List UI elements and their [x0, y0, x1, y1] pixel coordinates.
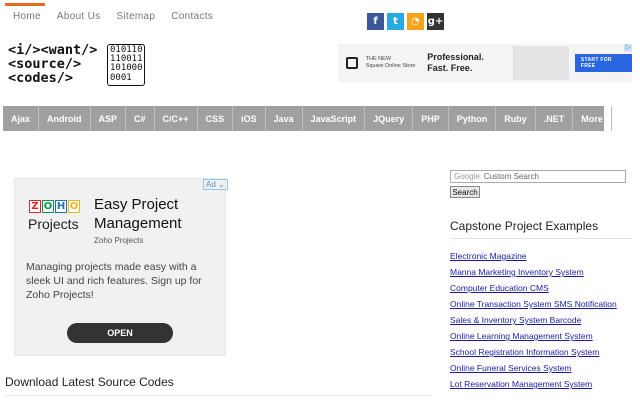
main-nav: Ajax Android ASP C# C/C++ CSS iOS Java J… [3, 106, 612, 131]
ad-title[interactable]: Easy Project Management [94, 195, 204, 233]
nav-javascript[interactable]: JavaScript [303, 106, 366, 131]
banner-store-text: THE NEW Square Online Store [365, 56, 416, 69]
logo-line-2: <source/> [8, 56, 82, 72]
top-bar: Home About Us Sitemap Contacts f t ◔ g+ [0, 0, 640, 34]
logo-binary-block: 010110 110011 101000 0001 [107, 44, 145, 86]
list-item: School Registration Information System [450, 344, 617, 360]
sidebar-title: Capstone Project Examples [450, 219, 599, 233]
search-input[interactable]: Google Custom Search [450, 170, 626, 183]
zoho-logo-tiles: Z O H O [29, 200, 82, 213]
zoho-logo: Z O H O Projects [28, 200, 82, 232]
list-item: Manna Marketing Inventory System [450, 264, 617, 280]
nav-android[interactable]: Android [39, 106, 91, 131]
ad-badge[interactable]: Ad ⌄ [203, 179, 228, 190]
zoho-tile-z: Z [29, 200, 41, 213]
square-logo-icon [346, 57, 358, 69]
list-item: Online Learning Management System [450, 328, 617, 344]
capstone-link[interactable]: School Registration Information System [450, 347, 599, 357]
capstone-link[interactable]: Online Learning Management System [450, 331, 593, 341]
list-item: Online Transaction System SMS Notificati… [450, 296, 617, 312]
nav-ruby[interactable]: Ruby [496, 106, 536, 131]
adchoices-icon[interactable]: ▷ [624, 44, 632, 52]
twitter-icon[interactable]: t [387, 13, 404, 30]
search-placeholder: Custom Search [483, 172, 539, 181]
divider [5, 395, 433, 396]
zoho-tile-h: H [55, 200, 67, 213]
accent-line [5, 3, 45, 6]
logo-line-3: <codes/> [8, 70, 74, 86]
capstone-link[interactable]: Online Funeral Services System [450, 363, 571, 373]
nav-php[interactable]: PHP [413, 106, 449, 131]
google-plus-icon[interactable]: g+ [427, 13, 444, 30]
list-item: Sales & Inventory System Barcode [450, 312, 617, 328]
rss-icon[interactable]: ◔ [407, 13, 424, 30]
capstone-link[interactable]: Sales & Inventory System Barcode [450, 315, 581, 325]
nav-css[interactable]: CSS [198, 106, 234, 131]
top-nav: Home About Us Sitemap Contacts [5, 11, 221, 22]
capstone-link[interactable]: Manna Marketing Inventory System [450, 267, 584, 277]
site-logo[interactable]: <i/><want/> <source/> <codes/> [8, 43, 97, 85]
capstone-link[interactable]: Electronic Magazine [450, 251, 527, 261]
banner-cta-button[interactable]: START FOR FREE [574, 54, 632, 72]
ad-open-button[interactable]: OPEN [67, 323, 173, 343]
banner-slogan: Professional. Fast. Free. [427, 52, 484, 73]
banner-product-image [513, 46, 569, 80]
capstone-list: Electronic Magazine Manna Marketing Inve… [450, 248, 617, 392]
nav-jquery[interactable]: JQuery [365, 106, 414, 131]
top-nav-contacts[interactable]: Contacts [163, 11, 221, 22]
banner-ad[interactable]: THE NEW Square Online Store Professional… [338, 44, 632, 82]
capstone-link[interactable]: Online Transaction System SMS Notificati… [450, 299, 617, 309]
ad-source: Zoho Projects [94, 236, 144, 245]
nav-ios[interactable]: iOS [233, 106, 266, 131]
nav-asp[interactable]: ASP [91, 106, 127, 131]
zoho-tile-o1: O [42, 200, 54, 213]
nav-csharp[interactable]: C# [126, 106, 155, 131]
list-item: Electronic Magazine [450, 248, 617, 264]
facebook-icon[interactable]: f [367, 13, 384, 30]
top-nav-about-us[interactable]: About Us [49, 11, 109, 22]
latest-heading: Download Latest Source Codes [5, 375, 174, 389]
top-nav-sitemap[interactable]: Sitemap [108, 11, 163, 22]
list-item: Computer Education CMS [450, 280, 617, 296]
nav-more[interactable]: More [573, 106, 612, 131]
top-nav-home[interactable]: Home [5, 11, 49, 22]
nav-dotnet[interactable]: .NET [536, 106, 574, 131]
capstone-link[interactable]: Lot Reservation Management System [450, 379, 592, 389]
zoho-logo-subtitle: Projects [28, 216, 79, 232]
ad-badge-label: Ad [206, 180, 216, 189]
social-links: f t ◔ g+ [367, 13, 444, 30]
chevron-down-icon: ⌄ [218, 180, 225, 189]
logo-line-1: <i/><want/> [8, 42, 98, 58]
nav-java[interactable]: Java [266, 106, 303, 131]
zoho-tile-o2: O [68, 200, 80, 213]
google-brand: Google [454, 172, 480, 181]
search-button[interactable]: Search [450, 186, 480, 198]
nav-python[interactable]: Python [449, 106, 497, 131]
nav-ajax[interactable]: Ajax [3, 106, 40, 131]
capstone-link[interactable]: Computer Education CMS [450, 283, 549, 293]
list-item: Lot Reservation Management System [450, 376, 617, 392]
nav-c-cpp[interactable]: C/C++ [155, 106, 198, 131]
list-item: Online Funeral Services System [450, 360, 617, 376]
divider [450, 238, 632, 239]
ad-body: Managing projects made easy with a sleek… [26, 261, 202, 301]
